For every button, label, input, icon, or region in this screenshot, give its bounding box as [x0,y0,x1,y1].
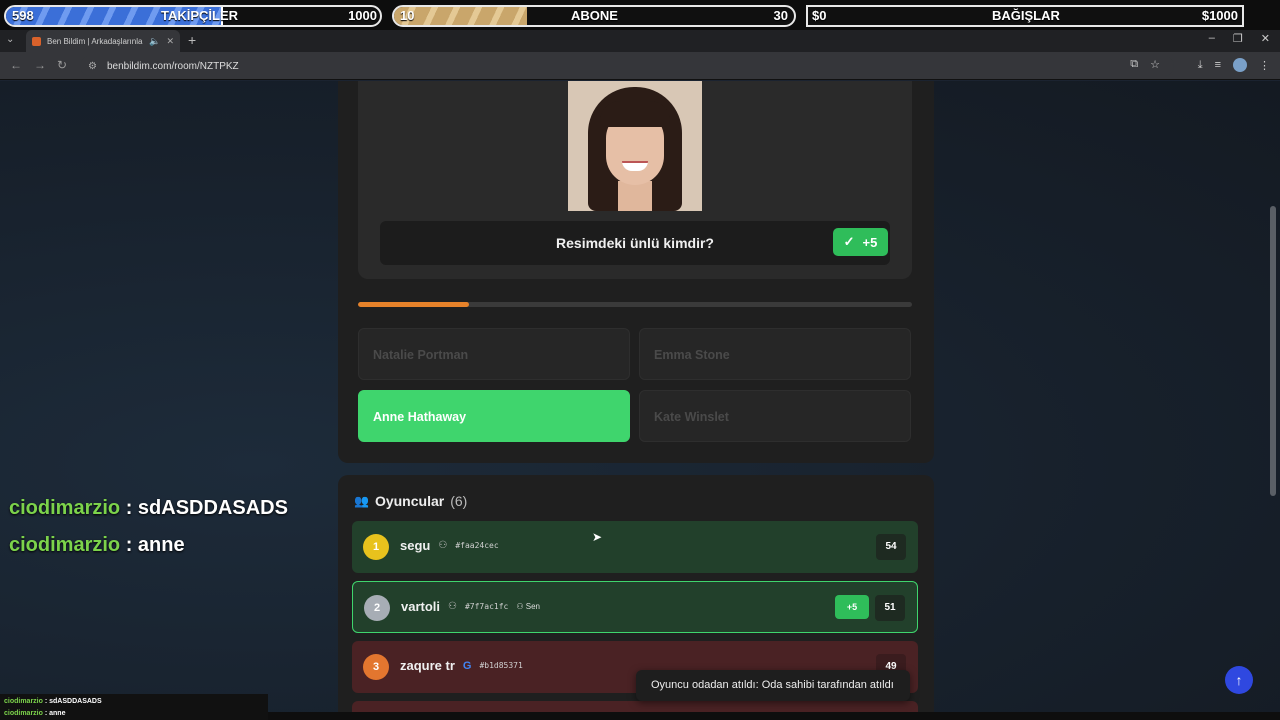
user-icon: ⚇ [448,601,457,612]
forward-icon[interactable]: → [34,58,46,72]
menu-kebab-icon[interactable]: ⋮ [1259,59,1270,72]
speaker-icon[interactable]: 🔈 [149,36,160,47]
new-tab-icon[interactable]: + [188,32,196,48]
player-id: #faa24cec [455,541,499,550]
subscribers-goal-bar: 10 ABONE 30 [392,5,796,27]
chat-user: ciodimarzio [9,497,121,519]
profile-avatar[interactable] [1233,58,1247,72]
site-favicon-icon [32,36,41,46]
player-score: 54 [876,534,906,560]
subscribers-label: ABONE [571,8,618,23]
points-badge: ✓ +5 [833,228,888,256]
timer-progress-bar [358,302,912,307]
chat-text: sdASDDASADS [137,497,288,519]
browser-toolbar: ← → ↻ ⚙ benbildim.com/room/NZTPKZ ⧉ ☆ ⤓ … [0,52,1280,80]
followers-goal: 1000 [348,8,377,23]
url-text: benbildim.com/room/NZTPKZ [106,60,239,72]
player-id: #b1d85371 [479,661,523,670]
close-tab-icon[interactable]: ✕ [166,36,174,47]
restore-icon[interactable]: ❐ [1233,32,1243,45]
answer-option-3[interactable]: Anne Hathaway [358,390,630,442]
browser-tabstrip: ⌄ Ben Bildim | Arkadaşlarınla Bilgi Yarı… [0,30,1280,52]
players-title: 👥 Oyuncular (6) [354,493,467,509]
chat-text: sdASDDASADS [49,698,102,705]
donations-goal: $1000 [1201,8,1238,23]
chat-message: ciodimarzio : sdASDDASADS [4,698,102,705]
chat-user: ciodimarzio [4,710,43,717]
subscribers-goal: 30 [773,8,788,23]
user-icon: ⚇ [438,540,448,551]
donations-goal-bar: $0 BAĞIŞLAR $1000 [806,5,1244,27]
chat-log-small: ciodimarzio : sdASDDASADS ciodimarzio : … [0,694,268,720]
download-icon[interactable]: ⤓ [1198,59,1203,72]
score-gain-badge: +5 [835,595,869,619]
followers-goal-bar: 598 TAKİPÇİLER 1000 [4,5,382,27]
address-bar-tools: ⧉ ☆ [1130,58,1160,71]
rank-badge: 1 [363,534,389,560]
window-controls: – ❐ ✕ [1209,32,1270,45]
points-value: +5 [862,234,878,250]
donations-label: BAĞIŞLAR [992,8,1060,23]
scroll-to-top-button[interactable]: ↑ [1225,666,1253,694]
chat-message: ciodimarzio : sdASDDASADS [9,497,288,519]
chat-text: anne [49,710,66,717]
player-id: #7f7ac1fc [464,602,509,611]
close-window-icon[interactable]: ✕ [1261,32,1270,45]
players-title-text: Oyuncular [374,493,445,509]
tab-list-icon[interactable]: ⌄ [6,34,14,45]
toast-notification: Oyuncu odadan atıldı: Oda sahibi tarafın… [636,670,910,701]
you-label: ⚇ Sen [516,602,540,611]
address-bar[interactable]: ⚙ benbildim.com/room/NZTPKZ [80,56,1174,76]
back-icon[interactable]: ← [10,58,22,72]
chat-user: ciodimarzio [9,534,121,556]
os-taskbar [268,712,1280,720]
quiz-card: Resimdeki ünlü kimdir? ✓ +5 Natalie Port… [338,81,934,463]
rank-badge: 3 [363,654,389,680]
players-count: (6) [450,493,468,509]
stream-goal-overlay: 598 TAKİPÇİLER 1000 10 ABONE 30 $0 BAĞIŞ… [0,0,1280,30]
install-app-icon[interactable]: ⧉ [1130,58,1138,71]
check-icon: ✓ [843,234,855,249]
page-scrollbar[interactable] [1270,206,1276,496]
question-row: Resimdeki ünlü kimdir? ✓ +5 [380,221,890,265]
player-score: 51 [875,595,905,621]
you-user-icon: ⚇ [516,602,526,611]
question-text: Resimdeki ünlü kimdir? [556,235,714,251]
player-row-self: 2 vartoli ⚇ #7f7ac1fc ⚇ Sen +5 51 [352,581,918,633]
chat-text: anne [137,534,185,556]
users-icon: 👥 [354,494,369,508]
followers-current: 598 [12,8,34,23]
mouse-cursor-icon: ➤ [592,530,603,544]
player-name: vartoli [401,599,441,614]
chat-message: ciodimarzio : anne [9,534,185,556]
browser-tab[interactable]: Ben Bildim | Arkadaşlarınla Bilgi Yarışm… [26,30,180,52]
timer-progress-fill [358,302,469,307]
question-box: Resimdeki ünlü kimdir? ✓ +5 [358,81,912,279]
minimize-icon[interactable]: – [1209,32,1215,45]
donations-current: $0 [812,8,827,23]
media-control-icon[interactable]: ≡ [1215,59,1221,71]
player-name: segu [400,538,431,553]
player-row: 1 segu ⚇ #faa24cec 54 [352,521,918,573]
question-image [568,81,702,211]
google-icon: G [462,659,472,672]
subscribers-current: 10 [400,8,415,23]
chat-user: ciodimarzio [4,698,43,705]
rank-badge: 2 [364,595,390,621]
player-name: zaqure tr [400,658,455,673]
answer-option-1[interactable]: Natalie Portman [358,328,630,380]
tab-title: Ben Bildim | Arkadaşlarınla Bilgi Yarışm… [47,36,143,46]
site-info-icon[interactable]: ⚙ [88,61,97,72]
reload-icon[interactable]: ↻ [57,58,67,72]
page-content: Resimdeki ünlü kimdir? ✓ +5 Natalie Port… [0,81,1280,720]
followers-label: TAKİPÇİLER [161,8,239,23]
answer-option-4[interactable]: Kate Winslet [639,390,911,442]
browser-right-tools: ⤓ ≡ ⋮ [1198,58,1270,72]
stream-chat-overlay: ciodimarzio : sdASDDASADS ciodimarzio : … [9,490,288,564]
bookmark-star-icon[interactable]: ☆ [1150,58,1160,71]
answer-option-2[interactable]: Emma Stone [639,328,911,380]
chat-message: ciodimarzio : anne [4,710,66,717]
